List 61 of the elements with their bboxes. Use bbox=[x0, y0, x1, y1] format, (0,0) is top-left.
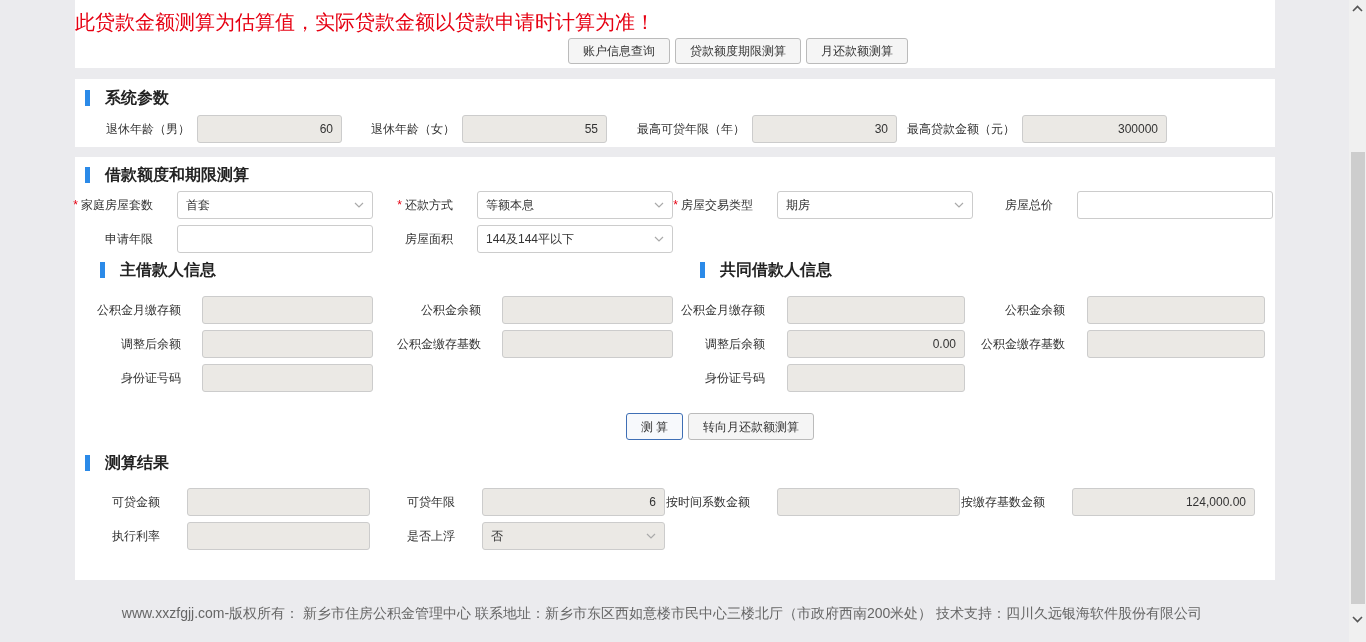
chevron-down-icon bbox=[654, 236, 664, 242]
section-title: 测算结果 bbox=[105, 453, 169, 473]
action-button[interactable]: 测 算 bbox=[625, 413, 684, 440]
estimate-notice: 此贷款金额测算为估算值，实际贷款金额以贷款申请时计算为准！ bbox=[75, 10, 656, 35]
field-label: 按缴存基数金额 bbox=[961, 494, 1045, 511]
field-label: 申请年限 bbox=[105, 231, 153, 248]
footer-text: www.xxzfgjj.com-版权所有： 新乡市住房公积金管理中心 联系地址：新乡市东区西如意楼市民中心三楼北厅（市政府西南200米处） 技术支持：四川久远银海软件股份有限公司 bbox=[121, 603, 1204, 623]
dropdown[interactable]: 144及144平以下 bbox=[477, 225, 673, 253]
nav-button[interactable]: 贷款额度期限测算 bbox=[674, 38, 801, 64]
heading-marker bbox=[85, 167, 90, 183]
field-label: 公积金缴存基数 bbox=[397, 336, 481, 353]
chevron-down-icon bbox=[646, 533, 656, 539]
field-label: 家庭房屋套数 bbox=[81, 197, 153, 214]
field-label: 公积金余额 bbox=[421, 302, 481, 319]
field-label: 执行利率 bbox=[112, 528, 160, 545]
chevron-down-icon bbox=[954, 202, 964, 208]
field-label: 房屋交易类型 bbox=[681, 197, 753, 214]
field-label: 房屋面积 bbox=[405, 231, 453, 248]
input-field[interactable] bbox=[177, 225, 373, 253]
field-label: 公积金缴存基数 bbox=[981, 336, 1065, 353]
field-label: 公积金月缴存额 bbox=[681, 302, 765, 319]
field-label: 身份证号码 bbox=[705, 370, 765, 387]
section-title: 系统参数 bbox=[105, 88, 169, 108]
dropdown[interactable]: 等额本息 bbox=[477, 191, 673, 219]
field-label: 最高贷款金额（元） bbox=[907, 121, 1015, 138]
field-label: 是否上浮 bbox=[407, 528, 455, 545]
field-label: 公积金余额 bbox=[1005, 302, 1065, 319]
heading-marker bbox=[100, 262, 105, 278]
nav-button[interactable]: 账户信息查询 bbox=[567, 38, 670, 64]
dropdown[interactable]: 首套 bbox=[177, 191, 373, 219]
required-mark: * bbox=[73, 197, 78, 214]
chevron-down-icon bbox=[354, 202, 364, 208]
field-label: 可贷年限 bbox=[407, 494, 455, 511]
heading-marker bbox=[85, 90, 90, 106]
scroll-up-icon[interactable] bbox=[1352, 5, 1363, 12]
input-field[interactable] bbox=[1077, 191, 1273, 219]
field-label: 房屋总价 bbox=[1005, 197, 1053, 214]
field-label: 最高可贷年限（年） bbox=[637, 121, 745, 138]
field-label: 调整后余额 bbox=[121, 336, 181, 353]
heading-marker bbox=[85, 455, 90, 471]
field-label: 还款方式 bbox=[405, 197, 453, 214]
chevron-down-icon bbox=[654, 202, 664, 208]
scroll-down-icon[interactable] bbox=[1352, 616, 1363, 623]
required-mark: * bbox=[673, 197, 678, 214]
field-label: 退休年龄（男） bbox=[106, 121, 190, 138]
dropdown[interactable]: 期房 bbox=[777, 191, 973, 219]
required-mark: * bbox=[397, 197, 402, 214]
field-label: 身份证号码 bbox=[121, 370, 181, 387]
scrollbar-thumb[interactable] bbox=[1350, 152, 1365, 604]
heading-marker bbox=[700, 262, 705, 278]
field-label: 可贷金额 bbox=[112, 494, 160, 511]
nav-button[interactable]: 月还款额测算 bbox=[805, 38, 908, 64]
action-button[interactable]: 转向月还款额测算 bbox=[688, 413, 815, 440]
scrollbar[interactable] bbox=[1349, 0, 1366, 642]
field-label: 退休年龄（女） bbox=[371, 121, 455, 138]
section-title: 主借款人信息 bbox=[120, 260, 216, 280]
field-label: 按时间系数金额 bbox=[666, 494, 750, 511]
section-title: 共同借款人信息 bbox=[720, 260, 832, 280]
field-label: 公积金月缴存额 bbox=[97, 302, 181, 319]
field-label: 调整后余额 bbox=[705, 336, 765, 353]
section-title: 借款额度和期限测算 bbox=[105, 165, 249, 185]
